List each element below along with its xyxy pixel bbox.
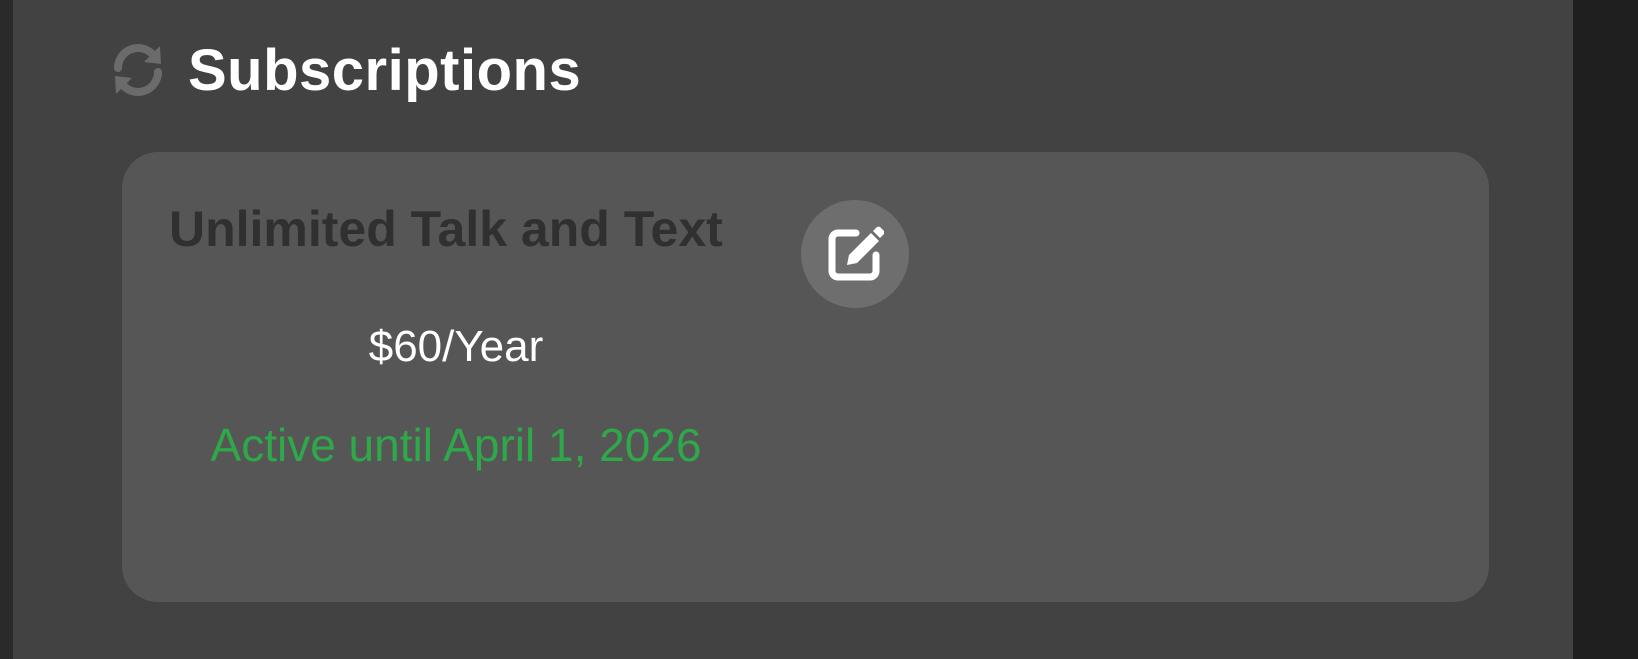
section-header: Subscriptions xyxy=(108,30,581,110)
edit-subscription-button[interactable] xyxy=(801,200,909,308)
subscriptions-panel: Subscriptions Unlimited Talk and Text $6… xyxy=(13,0,1573,659)
subscription-card: Unlimited Talk and Text $60/Year Active … xyxy=(122,152,1489,602)
left-sidebar-edge xyxy=(0,0,13,659)
right-edge xyxy=(1573,0,1638,659)
page-title: Subscriptions xyxy=(188,37,582,103)
edit-icon xyxy=(826,225,885,283)
subscription-status: Active until April 1, 2026 xyxy=(210,419,702,471)
subscription-price: $60/Year xyxy=(368,322,544,371)
subscription-name: Unlimited Talk and Text xyxy=(169,201,723,257)
sync-icon xyxy=(108,40,168,100)
